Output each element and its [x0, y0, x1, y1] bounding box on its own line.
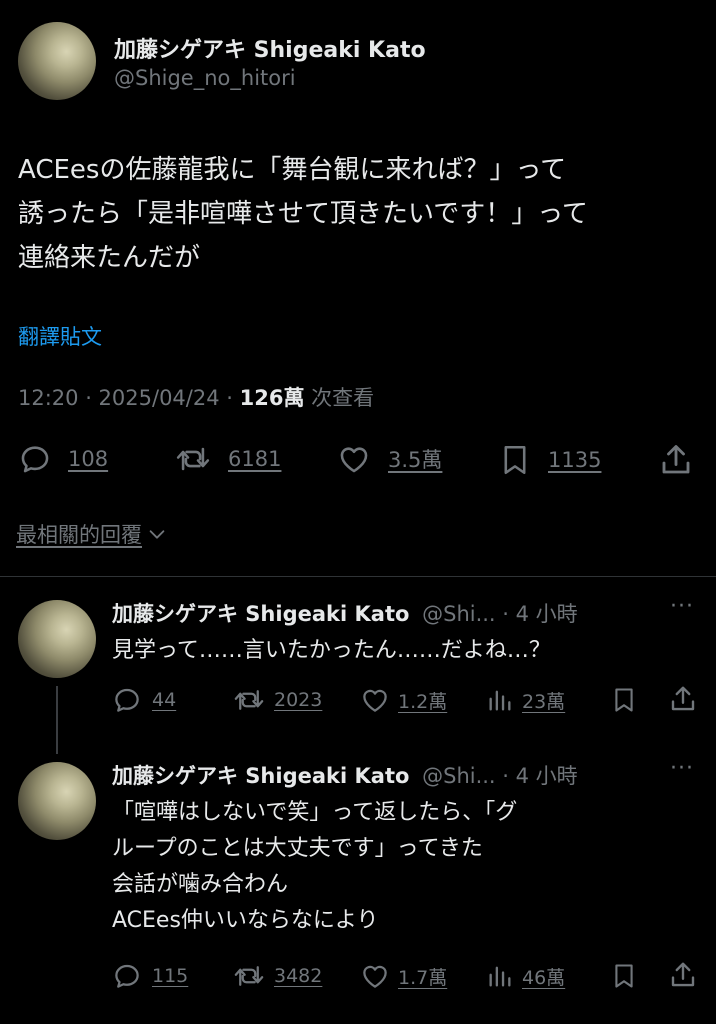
- reply-text-line: 見学って……言いたかったん……だよね…？: [112, 638, 551, 663]
- reply-count: 44: [152, 689, 177, 711]
- like-count: 1.2萬: [398, 690, 448, 713]
- reply-text-line: 「喧嘩はしないで笑」って返したら、「グ: [112, 800, 518, 825]
- view-count-label: 次查看: [311, 386, 375, 410]
- tweet-meta: 12:20 · 2025/04/24 · 126萬 次查看: [18, 382, 374, 412]
- views-button[interactable]: 46萬: [486, 961, 565, 991]
- reply-sort-label: 最相關的回覆: [16, 523, 142, 547]
- avatar[interactable]: [18, 22, 96, 100]
- retweet-icon: [176, 447, 210, 471]
- analytics-icon: [489, 966, 511, 987]
- share-icon: [662, 445, 690, 474]
- retweet-button[interactable]: 6181: [174, 442, 281, 476]
- retweet-icon: [234, 690, 264, 710]
- reply-avatar[interactable]: [18, 600, 96, 678]
- tweet-text-line: 誘ったら「是非喧嘩させて頂きたいです！」って: [18, 199, 588, 229]
- reply-icon: [115, 688, 139, 712]
- reply-sort-dropdown[interactable]: 最相關的回覆: [16, 519, 168, 549]
- reply-button[interactable]: 44: [112, 685, 176, 715]
- retweet-button[interactable]: 3482: [232, 961, 322, 991]
- retweet-count: 2023: [274, 689, 323, 711]
- like-button[interactable]: 3.5萬: [336, 442, 442, 476]
- author-display-name[interactable]: 加藤シゲアキ Shigeaki Kato: [114, 32, 426, 64]
- tweet-text-line: ACEesの佐藤龍我に「舞台観に来れば？」って: [18, 155, 567, 185]
- heart-icon: [363, 689, 387, 712]
- chevron-down-icon: [149, 530, 165, 539]
- reply-display-name[interactable]: 加藤シゲアキ Shigeaki Kato: [112, 602, 409, 626]
- more-icon[interactable]: ···: [670, 756, 694, 781]
- reply-text-line: 会話が噛み合わん: [112, 872, 289, 897]
- bookmark-button[interactable]: [610, 961, 638, 991]
- retweet-button[interactable]: 2023: [232, 685, 322, 715]
- reply-header: 加藤シゲアキ Shigeaki Kato @Shi... · 4 小時: [112, 598, 578, 628]
- retweet-count: 6181: [228, 447, 282, 471]
- reply-display-name[interactable]: 加藤シゲアキ Shigeaki Kato: [112, 764, 409, 788]
- retweet-count: 3482: [274, 965, 323, 987]
- view-count: 46萬: [522, 966, 566, 989]
- bookmark-icon: [615, 964, 633, 988]
- bookmark-button[interactable]: 1135: [498, 442, 601, 478]
- reply-icon: [21, 446, 49, 473]
- more-icon[interactable]: ···: [670, 594, 694, 619]
- views-button[interactable]: 23萬: [486, 685, 565, 715]
- share-icon: [671, 686, 695, 711]
- reply-handle-time[interactable]: @Shi... · 4 小時: [422, 602, 578, 626]
- share-button[interactable]: [658, 442, 694, 478]
- tweet-text-line: 連絡来たんだが: [18, 243, 201, 273]
- tweet-text: ACEesの佐藤龍我に「舞台観に来れば？」って 誘ったら「是非喧嘩させて頂きたい…: [18, 148, 588, 280]
- reply-text-line: ACEes仲いいならなにより: [112, 908, 379, 933]
- reply-handle-time[interactable]: @Shi... · 4 小時: [422, 764, 578, 788]
- analytics-icon: [489, 690, 511, 711]
- like-button[interactable]: 1.7萬: [360, 961, 447, 991]
- author-handle[interactable]: @Shige_no_hitori: [114, 66, 296, 90]
- tweet-timestamp[interactable]: 12:20 · 2025/04/24 ·: [18, 386, 233, 410]
- view-count: 23萬: [522, 690, 566, 713]
- reply-text-line: ループのことは大丈夫です」ってきた: [112, 836, 483, 861]
- divider: [0, 576, 716, 577]
- reply-header: 加藤シゲアキ Shigeaki Kato @Shi... · 4 小時: [112, 760, 578, 790]
- reply-text: 見学って……言いたかったん……だよね…？: [112, 634, 551, 667]
- share-button[interactable]: [668, 960, 698, 990]
- reply-icon: [115, 964, 139, 988]
- reply-button[interactable]: 108: [18, 442, 108, 476]
- like-button[interactable]: 1.2萬: [360, 685, 447, 715]
- retweet-icon: [234, 966, 264, 986]
- thread-line: [56, 686, 58, 754]
- view-count: 126萬: [239, 386, 305, 410]
- share-button[interactable]: [668, 684, 698, 714]
- reply-count: 115: [152, 965, 189, 987]
- translate-link[interactable]: 翻譯貼文: [18, 321, 102, 351]
- heart-icon: [363, 965, 387, 988]
- bookmark-icon: [504, 445, 526, 475]
- share-icon: [671, 962, 695, 987]
- like-count: 1.7萬: [398, 966, 448, 989]
- reply-avatar[interactable]: [18, 762, 96, 840]
- heart-icon: [340, 447, 368, 473]
- bookmark-icon: [615, 688, 633, 712]
- reply-text: 「喧嘩はしないで笑」って返したら、「グ ループのことは大丈夫です」ってきた 会話…: [112, 795, 517, 939]
- bookmark-count: 1135: [548, 448, 602, 472]
- like-count: 3.5萬: [388, 448, 443, 472]
- bookmark-button[interactable]: [610, 685, 638, 715]
- reply-count: 108: [68, 447, 109, 471]
- reply-button[interactable]: 115: [112, 961, 188, 991]
